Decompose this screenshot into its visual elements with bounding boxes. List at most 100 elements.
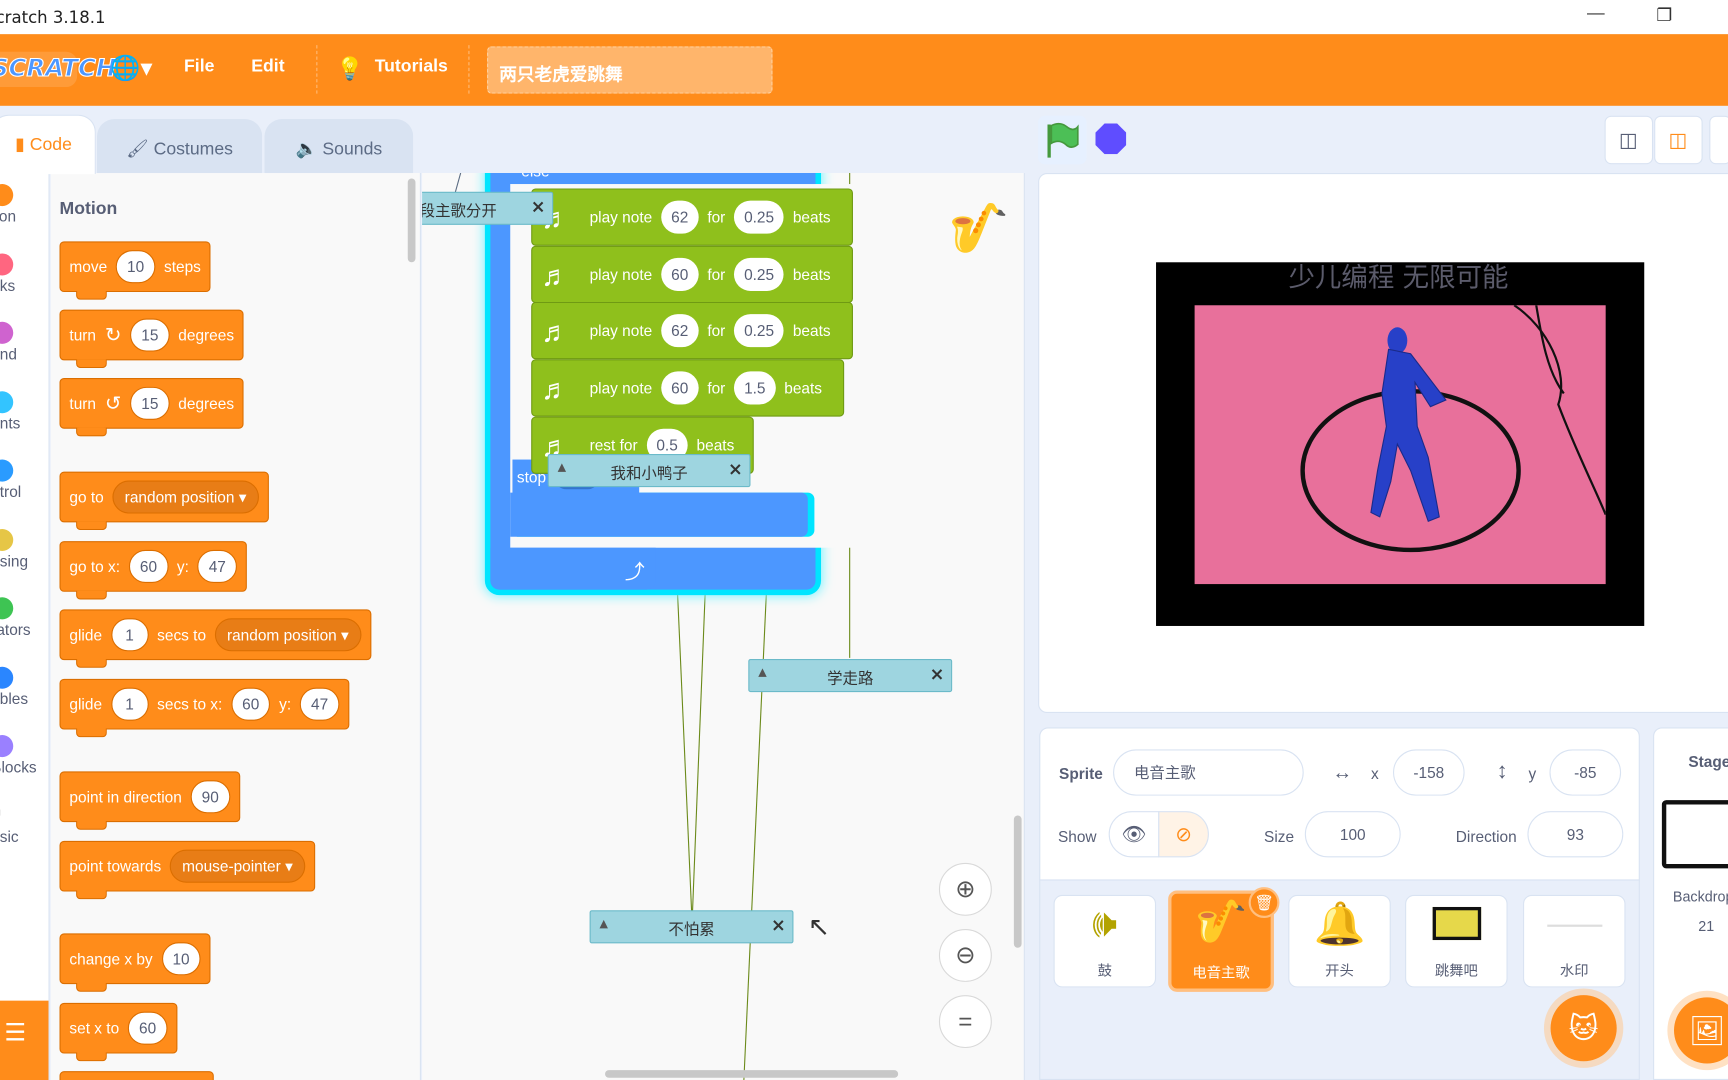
point-in-direction-block[interactable]: point in direction 90 (59, 771, 240, 830)
point-towards-block[interactable]: point towards mouse-pointer ▾ (59, 840, 315, 900)
play-note-block[interactable]: ♬ play note 60 for 1.5 beats (531, 359, 845, 417)
category-item[interactable]: ents (0, 391, 51, 432)
show-visible-eye-icon[interactable]: 👁 (1108, 811, 1160, 858)
beats-input[interactable]: 0.25 (734, 200, 785, 234)
script-workspace[interactable]: else ⤴ stop all ▾ ♬ play note 62 for 0.2… (422, 173, 1025, 1080)
edit-menu[interactable]: Edit (251, 57, 284, 77)
steps-input[interactable]: 10 (115, 250, 156, 284)
change-x-block[interactable]: change x by 10 (59, 933, 211, 992)
comment-text[interactable]: 学走路 (827, 670, 873, 688)
go-to-xy-block[interactable]: go to x: 60 y: 47 (59, 541, 247, 600)
towards-target-dropdown[interactable]: mouse-pointer ▾ (170, 849, 305, 883)
stage-backdrop-thumbnail[interactable] (1661, 800, 1728, 869)
tutorials-menu[interactable]: Tutorials (375, 57, 448, 77)
tab-sounds[interactable]: 🔈 Sounds (264, 119, 414, 175)
close-icon[interactable]: × (930, 663, 945, 684)
workspace-vertical-scrollbar[interactable] (1013, 815, 1022, 948)
sprite-thumb[interactable]: 🔔 开头 (1288, 894, 1391, 988)
hide-eye-slash-icon[interactable]: ⊘ (1158, 811, 1209, 858)
x-input[interactable]: 60 (231, 687, 271, 721)
category-item[interactable]: oks (0, 253, 51, 294)
category-item[interactable]: rators (0, 597, 51, 638)
large-stage-button[interactable]: ◫ (1654, 115, 1703, 165)
collapse-arrow-icon[interactable]: ▲ (600, 918, 608, 930)
size-input[interactable]: 100 (1304, 811, 1401, 858)
play-note-block[interactable]: ♬ play note 62 for 0.25 beats (531, 301, 853, 360)
palette-scrollbar[interactable] (407, 178, 416, 263)
comment-note[interactable]: ▲ B段主歌分开 × (422, 191, 554, 225)
collapse-arrow-icon[interactable]: ▲ (558, 462, 566, 474)
y-position-input[interactable]: -85 (1549, 749, 1622, 796)
sprite-thumb[interactable]: 跳舞吧 (1405, 894, 1508, 988)
x-position-input[interactable]: -158 (1392, 749, 1465, 796)
comment-note[interactable]: ▲ 不怕累 × (589, 910, 794, 944)
workspace-horizontal-scrollbar[interactable] (605, 1070, 899, 1078)
sprite-thumb[interactable]: 水印 (1523, 894, 1626, 988)
category-item[interactable]: Blocks (0, 735, 51, 776)
beats-input[interactable]: 0.25 (734, 257, 785, 291)
file-menu[interactable]: File (184, 57, 214, 77)
collapse-arrow-icon[interactable]: ▲ (758, 667, 766, 679)
category-item[interactable]: nsing (0, 528, 51, 570)
play-note-block[interactable]: ♬ play note 62 for 0.25 beats (531, 188, 853, 246)
degrees-input[interactable]: 15 (130, 318, 170, 352)
turn-left-block[interactable]: turn ↺ 15 degrees (59, 377, 244, 437)
goto-target-dropdown[interactable]: random position ▾ (112, 480, 259, 514)
choose-backdrop-icon[interactable]: 🖼 (1673, 997, 1728, 1064)
green-flag-button[interactable] (1038, 115, 1087, 165)
glide-target-dropdown[interactable]: random position ▾ (214, 618, 361, 652)
language-globe-icon[interactable]: 🌐▾ (110, 54, 152, 83)
set-x-input[interactable]: 60 (127, 1011, 168, 1045)
comment-note[interactable]: ▲ 我和小鸭子 × (547, 454, 751, 488)
sprite-thumb-selected[interactable]: 🎷 电音主歌 🗑 (1168, 887, 1280, 992)
sprite-thumb[interactable]: 🕪 鼓 (1053, 894, 1157, 988)
zoom-reset-button[interactable]: = (938, 995, 992, 1049)
sprite-name-input[interactable]: 电音主歌 (1113, 749, 1304, 796)
category-item[interactable]: und (0, 321, 51, 363)
tab-costumes[interactable]: 🖌 Costumes (96, 119, 263, 175)
comment-text[interactable]: 不怕累 (668, 921, 714, 939)
comment-text[interactable]: B段主歌分开 (422, 203, 497, 221)
secs-input[interactable]: 1 (110, 618, 149, 652)
category-item[interactable]: ables (0, 666, 51, 708)
comment-note[interactable]: ▲ 学走路 × (748, 659, 953, 693)
secs-input[interactable]: 1 (110, 687, 149, 721)
y-input[interactable]: 47 (299, 687, 340, 721)
note-input[interactable]: 62 (661, 200, 699, 234)
beats-input[interactable]: 0.25 (734, 314, 785, 348)
zoom-out-button[interactable]: ⊖ (938, 929, 992, 982)
minimize-button[interactable]: — (1587, 4, 1605, 24)
delete-trash-icon[interactable]: 🗑 (1248, 887, 1280, 918)
move-steps-block[interactable]: move 10 steps (59, 241, 211, 300)
fullscreen-button[interactable] (1709, 115, 1728, 165)
choose-sprite-cat-icon[interactable]: 🐱 (1550, 995, 1617, 1062)
category-item[interactable]: ♫usic (0, 804, 51, 845)
project-title-input[interactable]: 两只老虎爱跳舞 (487, 46, 773, 94)
play-note-block[interactable]: ♬ play note 60 for 0.25 beats (531, 245, 853, 304)
zoom-in-button[interactable]: ⊕ (938, 862, 992, 916)
glide-to-block[interactable]: glide 1 secs to random position ▾ (59, 609, 371, 668)
add-extension-button[interactable]: ☰ (0, 1000, 49, 1080)
y-input[interactable]: 47 (197, 549, 237, 583)
stop-sign-icon[interactable] (1095, 123, 1127, 155)
turn-right-block[interactable]: turn ↻ 15 degrees (59, 309, 244, 369)
tab-code[interactable]: ▮ Code (0, 114, 96, 175)
note-input[interactable]: 60 (661, 371, 699, 405)
close-icon[interactable]: × (728, 458, 743, 479)
close-icon[interactable]: × (531, 196, 546, 217)
degrees-input[interactable]: 15 (130, 386, 170, 420)
direction-input[interactable]: 93 (1527, 811, 1624, 858)
go-to-block[interactable]: go to random position ▾ (59, 471, 269, 531)
category-item[interactable]: tion (0, 184, 51, 225)
close-icon[interactable]: × (771, 915, 786, 936)
direction-input[interactable]: 90 (190, 780, 230, 814)
category-item[interactable]: ntrol (0, 459, 51, 500)
comment-text[interactable]: 我和小鸭子 (611, 465, 688, 483)
note-input[interactable]: 62 (661, 314, 699, 348)
small-stage-button[interactable]: ◫ (1604, 115, 1654, 165)
restore-button[interactable]: ❐ (1656, 4, 1672, 26)
beats-input[interactable]: 1.5 (734, 371, 776, 405)
set-x-block[interactable]: set x to 60 (59, 1002, 178, 1062)
change-x-input[interactable]: 10 (161, 942, 201, 976)
stage-canvas[interactable]: 少儿编程 无限可能 (1156, 262, 1645, 626)
